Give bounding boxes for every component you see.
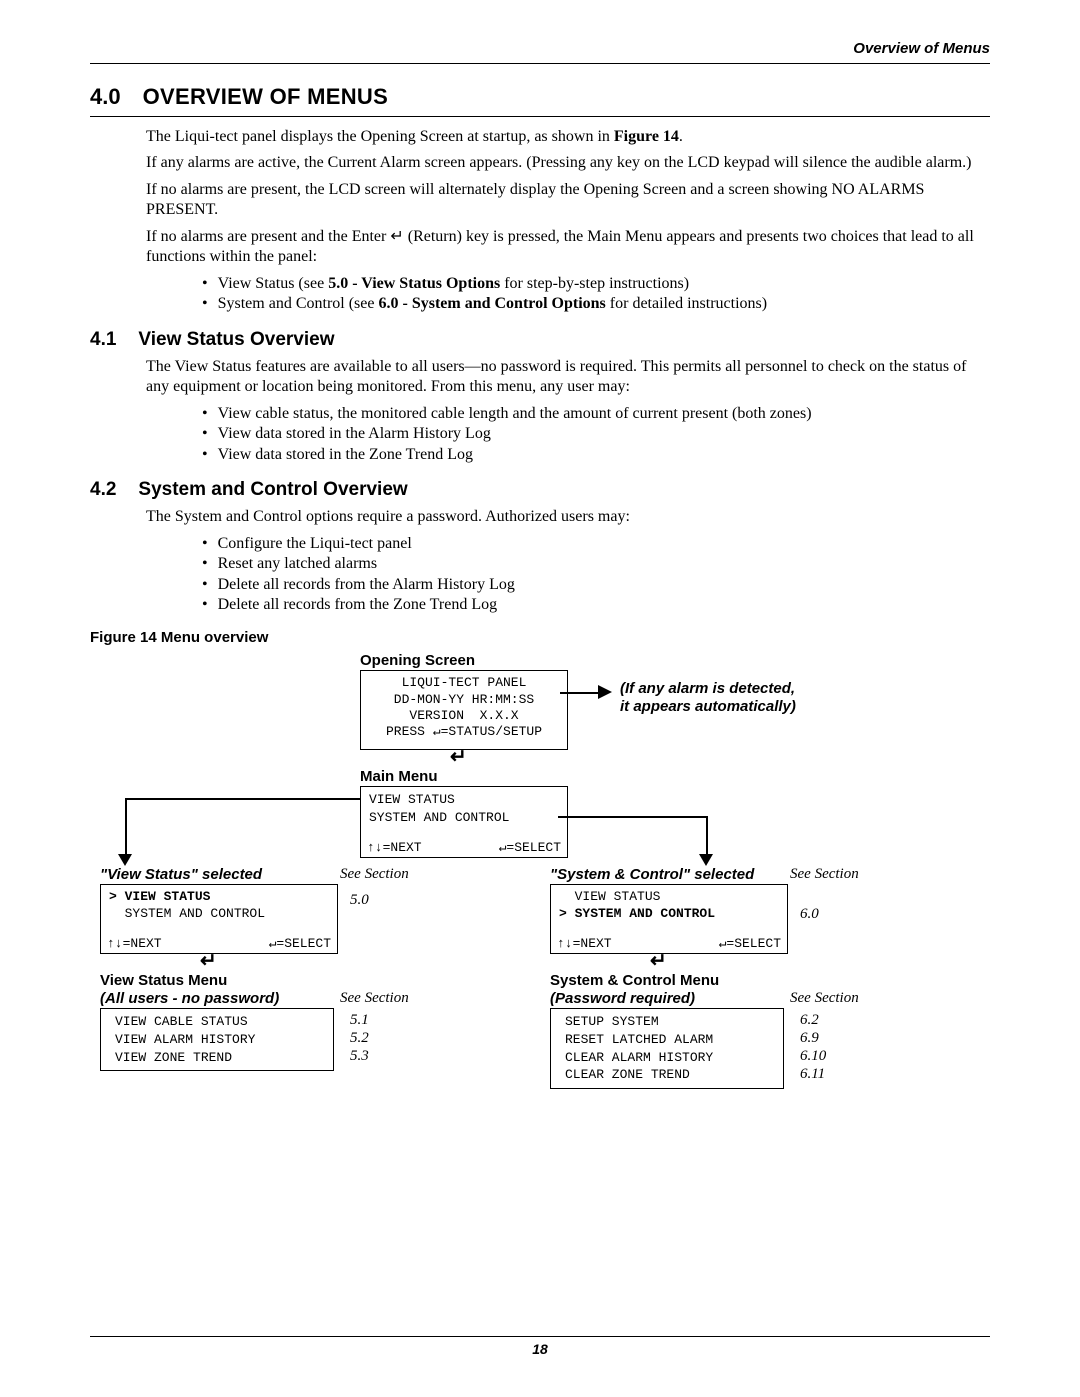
sc-menu-item: RESET LATCHED ALARM [565,1031,775,1049]
sc-menu-label: System & Control Menu [550,972,719,989]
connector-line [125,798,127,856]
figure-caption: Figure 14 Menu overview [90,629,990,646]
sc-menu-box: SETUP SYSTEM RESET LATCHED ALARM CLEAR A… [550,1008,784,1088]
vs-selected-box: > VIEW STATUS SYSTEM AND CONTROL ↑↓=NEXT… [100,884,338,954]
section-ref: 5.3 [350,1048,369,1065]
nav-row: ↑↓=NEXT ↵=SELECT [361,840,567,855]
para-4: If no alarms are present and the Enter ↵… [146,227,990,268]
vs-selected-section: 5.0 [350,892,369,909]
section-ref: 5.1 [350,1012,369,1029]
para-3: If no alarms are present, the LCD screen… [146,180,990,221]
sc-selected-box: VIEW STATUS > SYSTEM AND CONTROL ↑↓=NEXT… [550,884,788,954]
enter-icon: ↵ [450,744,467,769]
bullet-list: View cable status, the monitored cable l… [146,404,990,465]
para: The System and Control options require a… [146,507,990,527]
vs-selected-text: > VIEW STATUS SYSTEM AND CONTROL [109,889,329,923]
opening-screen-box: LIQUI-TECT PANEL DD-MON-YY HR:MM:SS VERS… [360,670,568,750]
sc-menu-item: CLEAR ZONE TREND [565,1066,775,1084]
list-item: Delete all records from the Zone Trend L… [202,595,990,615]
vs-menu-box: VIEW CABLE STATUS VIEW ALARM HISTORY VIE… [100,1008,334,1071]
section-title: View Status Overview [138,329,334,351]
page-number: 18 [532,1341,548,1357]
sc-selected-label: "System & Control" selected [550,866,754,883]
list-item: View Status (see 5.0 - View Status Optio… [202,274,990,294]
connector-line [706,816,708,856]
sc-selected-section: 6.0 [800,906,819,923]
vs-menu-sub: (All users - no password) [100,990,279,1007]
running-header: Overview of Menus [90,40,990,57]
opening-screen-label: Opening Screen [360,652,475,669]
list-item: View cable status, the monitored cable l… [202,404,990,424]
section-title: System and Control Overview [138,479,407,501]
list-item: Reset any latched alarms [202,554,990,574]
para: The View Status features are available t… [146,357,990,398]
section-4-1-body: The View Status features are available t… [146,357,990,465]
list-item: View data stored in the Zone Trend Log [202,445,990,465]
list-item: System and Control (see 6.0 - System and… [202,294,990,314]
section-ref: 6.10 [800,1048,826,1065]
nav-row: ↑↓=NEXT ↵=SELECT [101,936,337,951]
section-4-1-heading: 4.1 View Status Overview [90,329,990,351]
connector-line [558,816,708,818]
section-number: 4.0 [90,84,121,110]
section-ref: 6.11 [800,1066,825,1083]
enter-icon: ↵ [200,948,217,973]
para-1: The Liqui-tect panel displays the Openin… [146,127,990,147]
sc-selected-text: VIEW STATUS > SYSTEM AND CONTROL [559,889,779,923]
para-2: If any alarms are active, the Current Al… [146,153,990,173]
section-4-2-heading: 4.2 System and Control Overview [90,479,990,501]
connector-line [125,798,360,800]
opening-screen-text: LIQUI-TECT PANEL DD-MON-YY HR:MM:SS VERS… [369,675,559,740]
section-4-0-heading: 4.0 OVERVIEW OF MENUS [90,84,990,110]
sc-menu-sub: (Password required) [550,990,695,1007]
section-ref: 6.2 [800,1012,819,1029]
see-section-label: See Section [340,866,409,883]
see-section-label: See Section [340,990,409,1007]
connector-line [560,692,600,694]
list-item: Delete all records from the Alarm Histor… [202,575,990,595]
see-section-label: See Section [790,866,859,883]
section-number: 4.1 [90,329,116,351]
nav-row: ↑↓=NEXT ↵=SELECT [551,936,787,951]
page-footer: 18 [90,1336,990,1357]
sc-menu-item: CLEAR ALARM HISTORY [565,1049,775,1067]
arrow-down-icon [118,854,132,866]
see-section-label: See Section [790,990,859,1007]
arrow-down-icon [699,854,713,866]
section-number: 4.2 [90,479,116,501]
list-item: View data stored in the Alarm History Lo… [202,424,990,444]
section-title: OVERVIEW OF MENUS [143,84,389,110]
main-menu-box: VIEW STATUS SYSTEM AND CONTROL ↑↓=NEXT ↵… [360,786,568,858]
vs-selected-label: "View Status" selected [100,866,262,883]
list-item: Configure the Liqui-tect panel [202,534,990,554]
alarm-note-1: (If any alarm is detected, [620,680,795,697]
vs-menu-item: VIEW CABLE STATUS [115,1013,325,1031]
bullet-list-1: View Status (see 5.0 - View Status Optio… [146,274,990,315]
bullet-list: Configure the Liqui-tect panel Reset any… [146,534,990,616]
enter-icon: ↵ [650,948,667,973]
section-4-2-body: The System and Control options require a… [146,507,990,615]
section-ref: 5.2 [350,1030,369,1047]
menu-overview-diagram: Opening Screen LIQUI-TECT PANEL DD-MON-Y… [90,652,990,1092]
main-menu-text: VIEW STATUS SYSTEM AND CONTROL [369,791,559,826]
section-ref: 6.9 [800,1030,819,1047]
vs-menu-item: VIEW ZONE TREND [115,1049,325,1067]
main-menu-label: Main Menu [360,768,438,785]
vs-menu-label: View Status Menu [100,972,227,989]
arrow-right-icon [598,685,612,699]
vs-menu-item: VIEW ALARM HISTORY [115,1031,325,1049]
alarm-note-2: it appears automatically) [620,698,796,715]
top-rule [90,63,990,64]
section-4-0-body: The Liqui-tect panel displays the Openin… [146,127,990,315]
sc-menu-item: SETUP SYSTEM [565,1013,775,1031]
heading-rule [90,116,990,117]
